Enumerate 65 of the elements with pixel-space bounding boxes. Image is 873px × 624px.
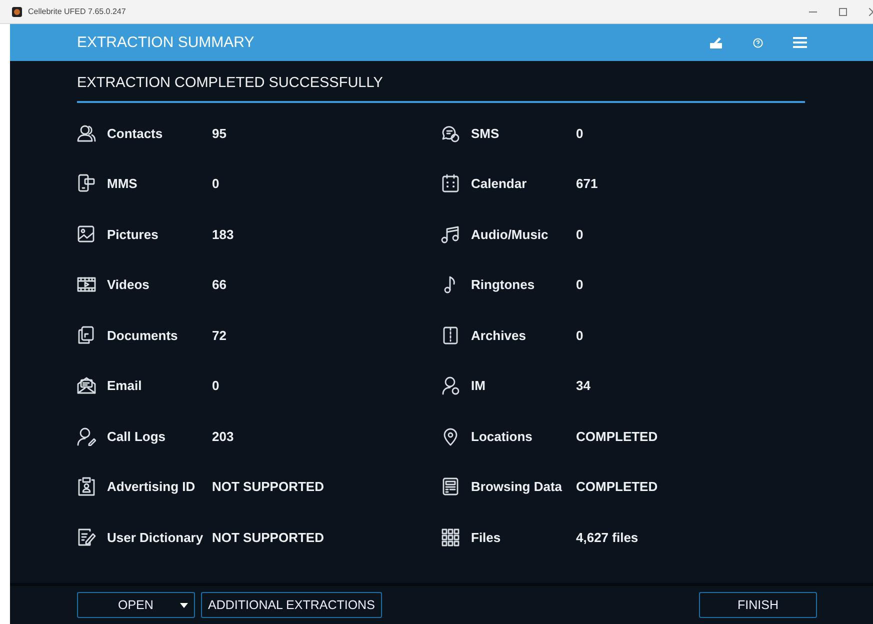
- item-value: 4,627 files: [576, 530, 640, 545]
- item-value: 0: [576, 226, 584, 242]
- item-label: Locations: [471, 428, 534, 444]
- item-value: COMPLETED: [576, 479, 659, 494]
- maximize-icon[interactable]: [839, 8, 847, 16]
- item-value: 0: [576, 328, 584, 343]
- item-label: User Dictionary: [107, 530, 204, 545]
- item-label: SMS: [471, 126, 500, 141]
- open-dropdown[interactable]: OPEN: [77, 592, 195, 618]
- item-label: Documents: [107, 328, 179, 343]
- archive-icon: [441, 326, 460, 345]
- footer-button[interactable]: FINISH: [699, 592, 817, 618]
- header-title: EXTRACTION SUMMARY: [77, 34, 256, 51]
- app-logo-icon: [12, 6, 22, 16]
- item-value: 0: [576, 277, 584, 292]
- window-title: Cellebrite UFED 7.65.0.247: [28, 7, 126, 16]
- item-label: Files: [471, 530, 502, 545]
- item-label: Videos: [107, 277, 150, 292]
- item-value: 671: [576, 176, 599, 192]
- item-value: 0: [212, 378, 220, 394]
- item-value: NOT SUPPORTED: [212, 479, 325, 494]
- help-icon[interactable]: [753, 38, 763, 48]
- caret-icon: [180, 602, 188, 608]
- grid-icon: [441, 528, 460, 547]
- item-label: IM: [471, 378, 486, 394]
- item-value: 66: [212, 277, 228, 292]
- person-edit-icon: [77, 426, 96, 446]
- id-badge-icon: [77, 477, 96, 496]
- item-value: 183: [212, 226, 235, 242]
- item-label: Pictures: [107, 226, 160, 242]
- item-value: 203: [212, 428, 235, 444]
- close-icon[interactable]: [869, 8, 873, 16]
- item-label: MMS: [107, 176, 138, 192]
- video-icon: [77, 275, 96, 294]
- item-value: 0: [212, 176, 220, 192]
- music-notes-icon: [441, 224, 460, 244]
- item-label: Ringtones: [471, 277, 536, 292]
- item-label: Contacts: [107, 126, 164, 141]
- documents-icon: [77, 326, 96, 345]
- item-label: Audio/Music: [471, 226, 550, 242]
- email-icon: [77, 376, 96, 396]
- browser-page-icon: [441, 477, 460, 496]
- status-heading: EXTRACTION COMPLETED SUCCESSFULLY: [77, 61, 805, 103]
- person-message-icon: [441, 376, 460, 396]
- item-value: 95: [212, 126, 228, 141]
- item-value: 72: [212, 328, 228, 343]
- document-edit-icon: [77, 528, 96, 547]
- footer-button[interactable]: ADDITIONAL EXTRACTIONS: [201, 592, 382, 618]
- item-value: COMPLETED: [576, 428, 659, 444]
- item-label: Call Logs: [107, 428, 167, 444]
- item-label: Calendar: [471, 176, 528, 192]
- item-value: 0: [576, 126, 584, 141]
- item-value: 34: [576, 378, 592, 394]
- item-label: Archives: [471, 328, 527, 343]
- chat-icon: [441, 124, 460, 143]
- item-label: Advertising ID: [107, 479, 196, 494]
- item-value: NOT SUPPORTED: [212, 530, 325, 545]
- location-pin-icon: [441, 426, 460, 446]
- menu-icon[interactable]: [793, 37, 807, 48]
- picture-icon: [77, 224, 96, 244]
- phone-message-icon: [77, 174, 96, 194]
- item-label: Email: [107, 378, 143, 394]
- item-label: Browsing Data: [471, 479, 564, 494]
- contacts-icon: [77, 124, 96, 143]
- calendar-icon: [441, 174, 460, 194]
